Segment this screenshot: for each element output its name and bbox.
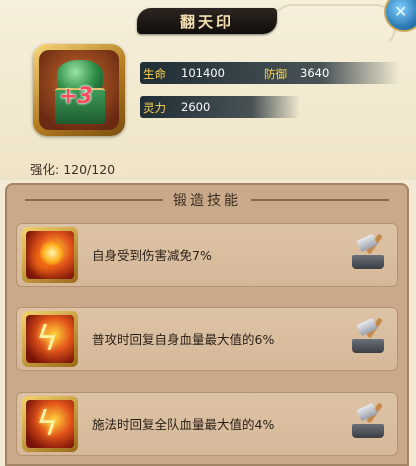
skill-description: 施法时回复全队血量最大值的4% <box>92 417 275 432</box>
skill-row: ϟ 施法时回复全队血量最大值的4% <box>16 392 398 456</box>
anvil-icon <box>352 255 384 269</box>
skill-icon-frame: ϟ <box>22 396 78 452</box>
hammer-icon <box>356 233 378 253</box>
cloud-decoration <box>272 4 396 48</box>
spirit-value: 2600 <box>181 100 211 114</box>
hammer-icon <box>356 402 378 422</box>
skill-header-title: 锻造技能 <box>173 193 241 209</box>
plus-level-badge: +3 <box>59 84 93 109</box>
stat-bar-hp-def: 生命 101400 防御 3640 <box>140 62 400 84</box>
jade-seal-icon: +3 ★★★ <box>39 50 119 130</box>
item-icon-frame[interactable]: +3 ★★★ <box>33 44 125 136</box>
skill-row: 自身受到伤害减免7% <box>16 223 398 287</box>
hp-label: 生命 <box>143 67 166 81</box>
enhance-level: 强化: 120/120 <box>30 159 115 178</box>
header-divider-left <box>25 199 163 201</box>
anvil-icon <box>352 424 384 438</box>
header-divider-right <box>251 199 389 201</box>
skill-row: ϟ 普攻时回复自身血量最大值的6% <box>16 307 398 371</box>
title-banner: 翻天印 <box>137 8 277 34</box>
skill-header: 锻造技能 <box>15 189 399 211</box>
skill-description: 自身受到伤害减免7% <box>92 248 212 263</box>
skill-description: 普攻时回复自身血量最大值的6% <box>92 332 275 347</box>
def-label: 防御 <box>264 67 287 81</box>
forge-button[interactable] <box>348 233 388 275</box>
anvil-icon <box>352 339 384 353</box>
skill-icon-frame: ϟ <box>22 311 78 367</box>
enhance-value: 120/120 <box>63 162 116 177</box>
close-icon: ✕ <box>394 2 408 21</box>
lightning-slash-icon: ϟ <box>26 315 74 363</box>
forge-skill-panel: 锻造技能 自身受到伤害减免7% ϟ 普攻时回复自身血量最大值的6% ϟ 施法时回… <box>5 183 409 466</box>
lightning-slash-icon: ϟ <box>26 400 74 448</box>
forge-button[interactable] <box>348 402 388 444</box>
fireball-icon <box>26 231 74 279</box>
page-title: 翻天印 <box>179 12 234 31</box>
def-value: 3640 <box>300 66 330 80</box>
enhance-label: 强化: <box>30 162 60 177</box>
skill-icon-frame <box>22 227 78 283</box>
forge-button[interactable] <box>348 317 388 359</box>
spirit-label: 灵力 <box>143 101 166 115</box>
stat-bar-spirit: 灵力 2600 <box>140 96 300 118</box>
hammer-icon <box>356 317 378 337</box>
hp-value: 101400 <box>181 66 225 80</box>
